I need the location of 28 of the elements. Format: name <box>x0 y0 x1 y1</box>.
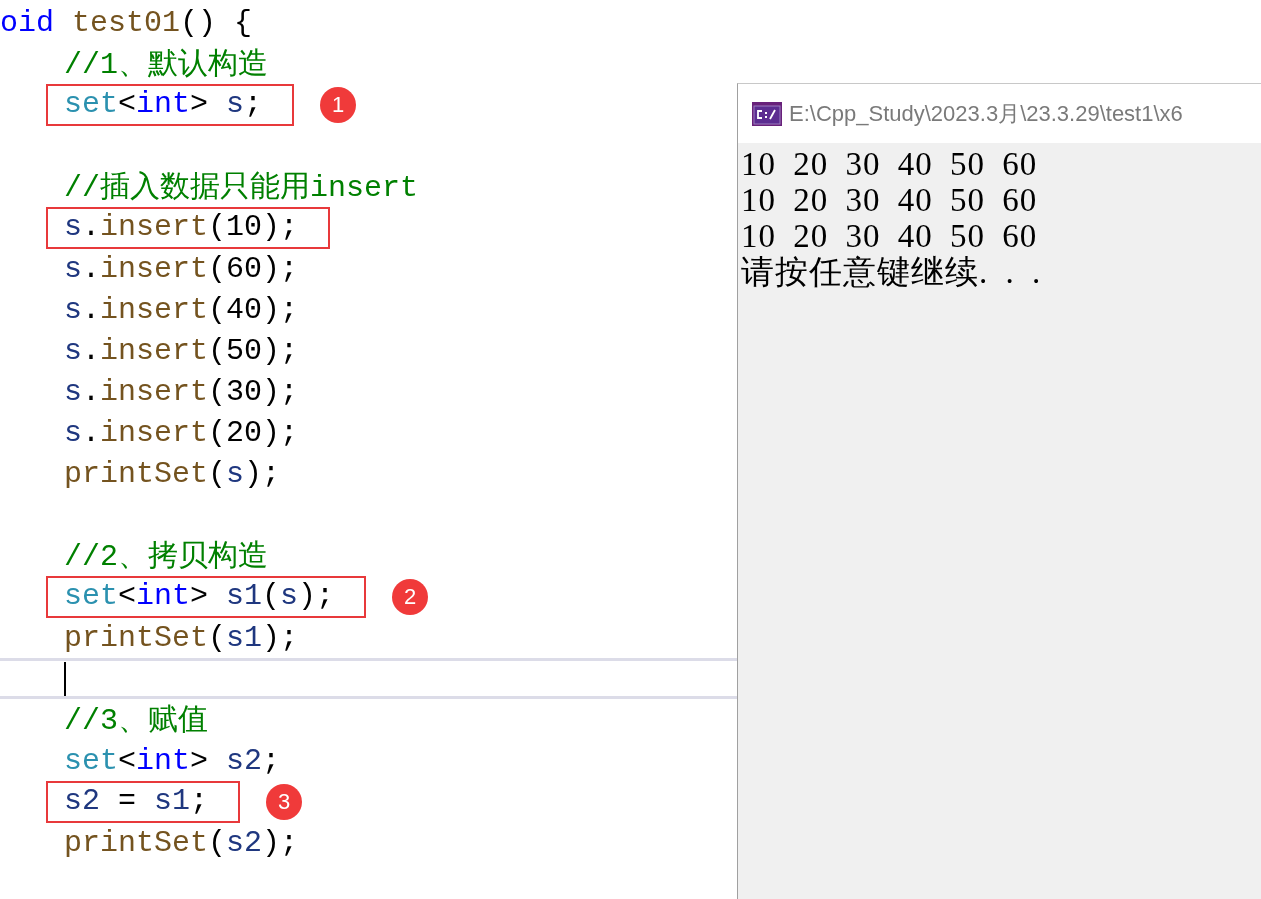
code-line: printSet(s); <box>64 456 281 491</box>
window-title: E:\Cpp_Study\2023.3月\23.3.29\test1\x6 <box>789 99 1183 128</box>
code-line: s.insert(60); <box>64 251 299 286</box>
code-line: s.insert(10); <box>64 209 299 244</box>
code-line: s2 = s1; <box>64 783 209 818</box>
number-badge: 2 <box>392 578 429 615</box>
number-badge: 1 <box>320 86 357 123</box>
code-line: s.insert(20); <box>64 415 299 450</box>
number-badge: 3 <box>266 783 303 820</box>
console-output-line: 请按任意键继续. . . <box>741 254 1043 290</box>
code-line: //2、拷贝构造 <box>64 539 268 576</box>
console-output-line: 10 20 30 40 50 60 <box>741 182 1039 218</box>
code-line: //1、默认构造 <box>64 47 268 84</box>
console-icon <box>752 101 782 126</box>
code-line: oid test01() { <box>0 5 253 40</box>
text-caret <box>64 661 66 696</box>
code-line: s.insert(30); <box>64 374 299 409</box>
code-line: set<int> s; <box>64 86 263 121</box>
code-line: set<int> s1(s); <box>64 578 335 613</box>
console-output-line: 10 20 30 40 50 60 <box>741 146 1039 182</box>
code-line: printSet(s2); <box>64 825 299 860</box>
code-line: //3、赋值 <box>64 703 208 740</box>
console-output-line: 10 20 30 40 50 60 <box>741 218 1039 254</box>
code-line: s.insert(50); <box>64 333 299 368</box>
code-line: //插入数据只能用insert <box>64 170 419 207</box>
code-line: set<int> s2; <box>64 743 281 778</box>
code-line: printSet(s1); <box>64 620 299 655</box>
code-line: s.insert(40); <box>64 292 299 327</box>
